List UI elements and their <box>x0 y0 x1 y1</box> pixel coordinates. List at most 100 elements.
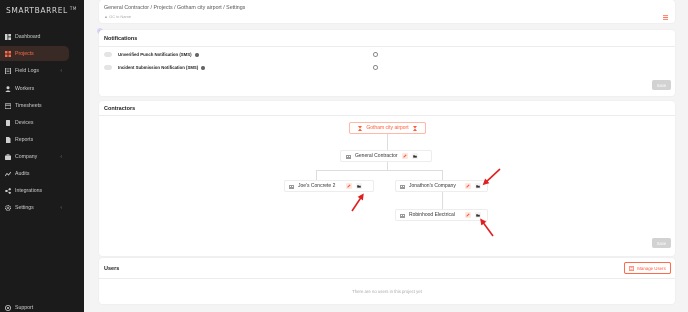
sidebar-item-label: Workers <box>15 85 35 92</box>
sidebar-item-label: Audits <box>15 170 30 177</box>
contractor-name: Robinhood Electrical <box>409 212 455 218</box>
notification-row: Incident Submission Notification (SMS) <box>104 65 206 70</box>
sidebar-item-field-logs[interactable]: Field Logs ‹ <box>0 63 84 78</box>
edit-icon[interactable] <box>465 183 471 189</box>
contractor-name: Jonathon's Company <box>409 183 456 189</box>
notification-row: Unverified Punch Notification (SMS) <box>104 52 199 57</box>
chevron-left-icon: ‹ <box>60 204 62 211</box>
logo-tm: TM <box>69 6 77 11</box>
manage-users-label: Manage Users <box>637 265 666 271</box>
breadcrumb-sub: ▲ GC in Name <box>104 14 132 19</box>
menu-icon[interactable] <box>663 7 668 20</box>
logo-text: SMARTBARREL <box>6 6 68 15</box>
projects-icon <box>5 50 11 57</box>
sidebar-item-support[interactable]: Support <box>0 300 84 312</box>
sidebar-item-label: Field Logs <box>15 67 39 74</box>
divider <box>99 115 675 116</box>
sidebar-item-label: Company <box>15 153 38 160</box>
move-icon[interactable] <box>356 183 362 189</box>
dashboard-icon <box>5 33 11 40</box>
integrations-icon <box>5 187 11 194</box>
contractor-node-joes-concrete: Joe's Concrete 2 <box>284 180 374 192</box>
contractors-title: Contractors <box>104 106 136 112</box>
sidebar-item-company[interactable]: Company ‹ <box>0 149 84 164</box>
breadcrumb: General Contractor / Projects / Gotham c… <box>104 5 246 11</box>
sidebar-item-label: Devices <box>15 119 34 126</box>
gear-icon <box>5 204 11 211</box>
hourglass-icon <box>358 125 363 131</box>
sidebar-item-label: Reports <box>15 136 34 143</box>
notifications-title: Notifications <box>104 36 138 42</box>
save-button[interactable]: Save <box>652 238 671 248</box>
timesheets-icon <box>5 102 11 109</box>
sidebar-item-devices[interactable]: Devices <box>0 115 84 130</box>
edit-icon[interactable] <box>401 153 408 159</box>
support-icon <box>5 304 11 311</box>
sidebar-item-label: Settings <box>15 204 34 211</box>
users-card: Users There are no users in this project… <box>99 258 675 304</box>
save-button[interactable]: Save <box>652 80 671 90</box>
tree-connector <box>387 134 388 150</box>
edit-icon[interactable] <box>346 183 352 189</box>
info-icon[interactable] <box>201 65 206 70</box>
project-root-label: Gotham city airport <box>366 125 409 131</box>
divider <box>99 278 675 279</box>
audits-icon <box>5 171 11 177</box>
project-root-node[interactable]: Gotham city airport <box>349 122 426 134</box>
move-icon[interactable] <box>411 153 418 159</box>
contractor-name: General Contractor <box>355 153 398 159</box>
tree-connector <box>316 170 443 171</box>
move-icon[interactable] <box>475 212 481 218</box>
contractor-node-jonathons-company: Jonathon's Company <box>395 180 488 192</box>
notification-label: Unverified Punch Notification (SMS) <box>118 52 192 57</box>
building-icon <box>400 213 405 218</box>
sidebar-item-reports[interactable]: Reports <box>0 132 84 147</box>
sidebar: SMARTBARREL TM Dashboard Projects Field L… <box>0 0 84 312</box>
tree-connector <box>442 192 443 209</box>
close-circle-icon[interactable] <box>373 65 378 70</box>
sidebar-item-label: Dashboard <box>15 33 41 40</box>
logo: SMARTBARREL TM <box>6 6 77 15</box>
sidebar-item-label: Timesheets <box>15 102 42 109</box>
sidebar-item-integrations[interactable]: Integrations <box>0 183 84 198</box>
sms-toggle[interactable] <box>104 65 112 70</box>
sidebar-item-timesheets[interactable]: Timesheets <box>0 98 84 113</box>
hourglass-icon <box>412 125 417 131</box>
support-label: Support <box>15 304 34 311</box>
reports-icon <box>5 136 11 143</box>
contractor-name: Joe's Concrete 2 <box>298 183 336 189</box>
sidebar-item-projects[interactable]: Projects <box>0 46 69 61</box>
chevron-left-icon: ‹ <box>60 67 62 74</box>
edit-icon[interactable] <box>465 212 471 218</box>
company-icon <box>5 153 11 160</box>
manage-users-icon <box>629 265 635 271</box>
empty-users-message: There are no users in this project yet <box>352 289 422 294</box>
contractor-node-robinhood-electrical: Robinhood Electrical <box>395 209 488 221</box>
sidebar-item-audits[interactable]: Audits <box>0 166 84 181</box>
sms-toggle[interactable] <box>104 52 112 57</box>
field-logs-icon <box>5 67 11 74</box>
users-title: Users <box>104 266 120 272</box>
building-icon <box>346 154 351 159</box>
move-icon[interactable] <box>475 183 481 189</box>
divider <box>99 46 675 47</box>
workers-icon <box>5 85 11 92</box>
devices-icon <box>5 119 11 126</box>
sidebar-item-workers[interactable]: Workers <box>0 81 84 96</box>
contractor-node-gc: General Contractor <box>340 150 432 162</box>
tree-connector <box>387 162 388 170</box>
close-circle-icon[interactable] <box>373 52 378 57</box>
sidebar-item-label: Integrations <box>15 187 43 194</box>
sidebar-item-label: Projects <box>15 50 34 57</box>
sidebar-item-settings[interactable]: Settings ‹ <box>0 200 84 215</box>
building-icon <box>400 184 405 189</box>
building-icon <box>289 184 294 189</box>
notification-label: Incident Submission Notification (SMS) <box>118 65 199 70</box>
tree-connector <box>442 170 443 180</box>
tree-connector <box>316 170 317 180</box>
manage-users-button[interactable]: Manage Users <box>624 262 671 274</box>
notifications-card: Notifications Unverified Punch Notificat… <box>99 30 675 96</box>
sidebar-item-dashboard[interactable]: Dashboard <box>0 29 84 44</box>
info-icon[interactable] <box>194 52 199 57</box>
header-card: General Contractor / Projects / Gotham c… <box>99 0 675 23</box>
